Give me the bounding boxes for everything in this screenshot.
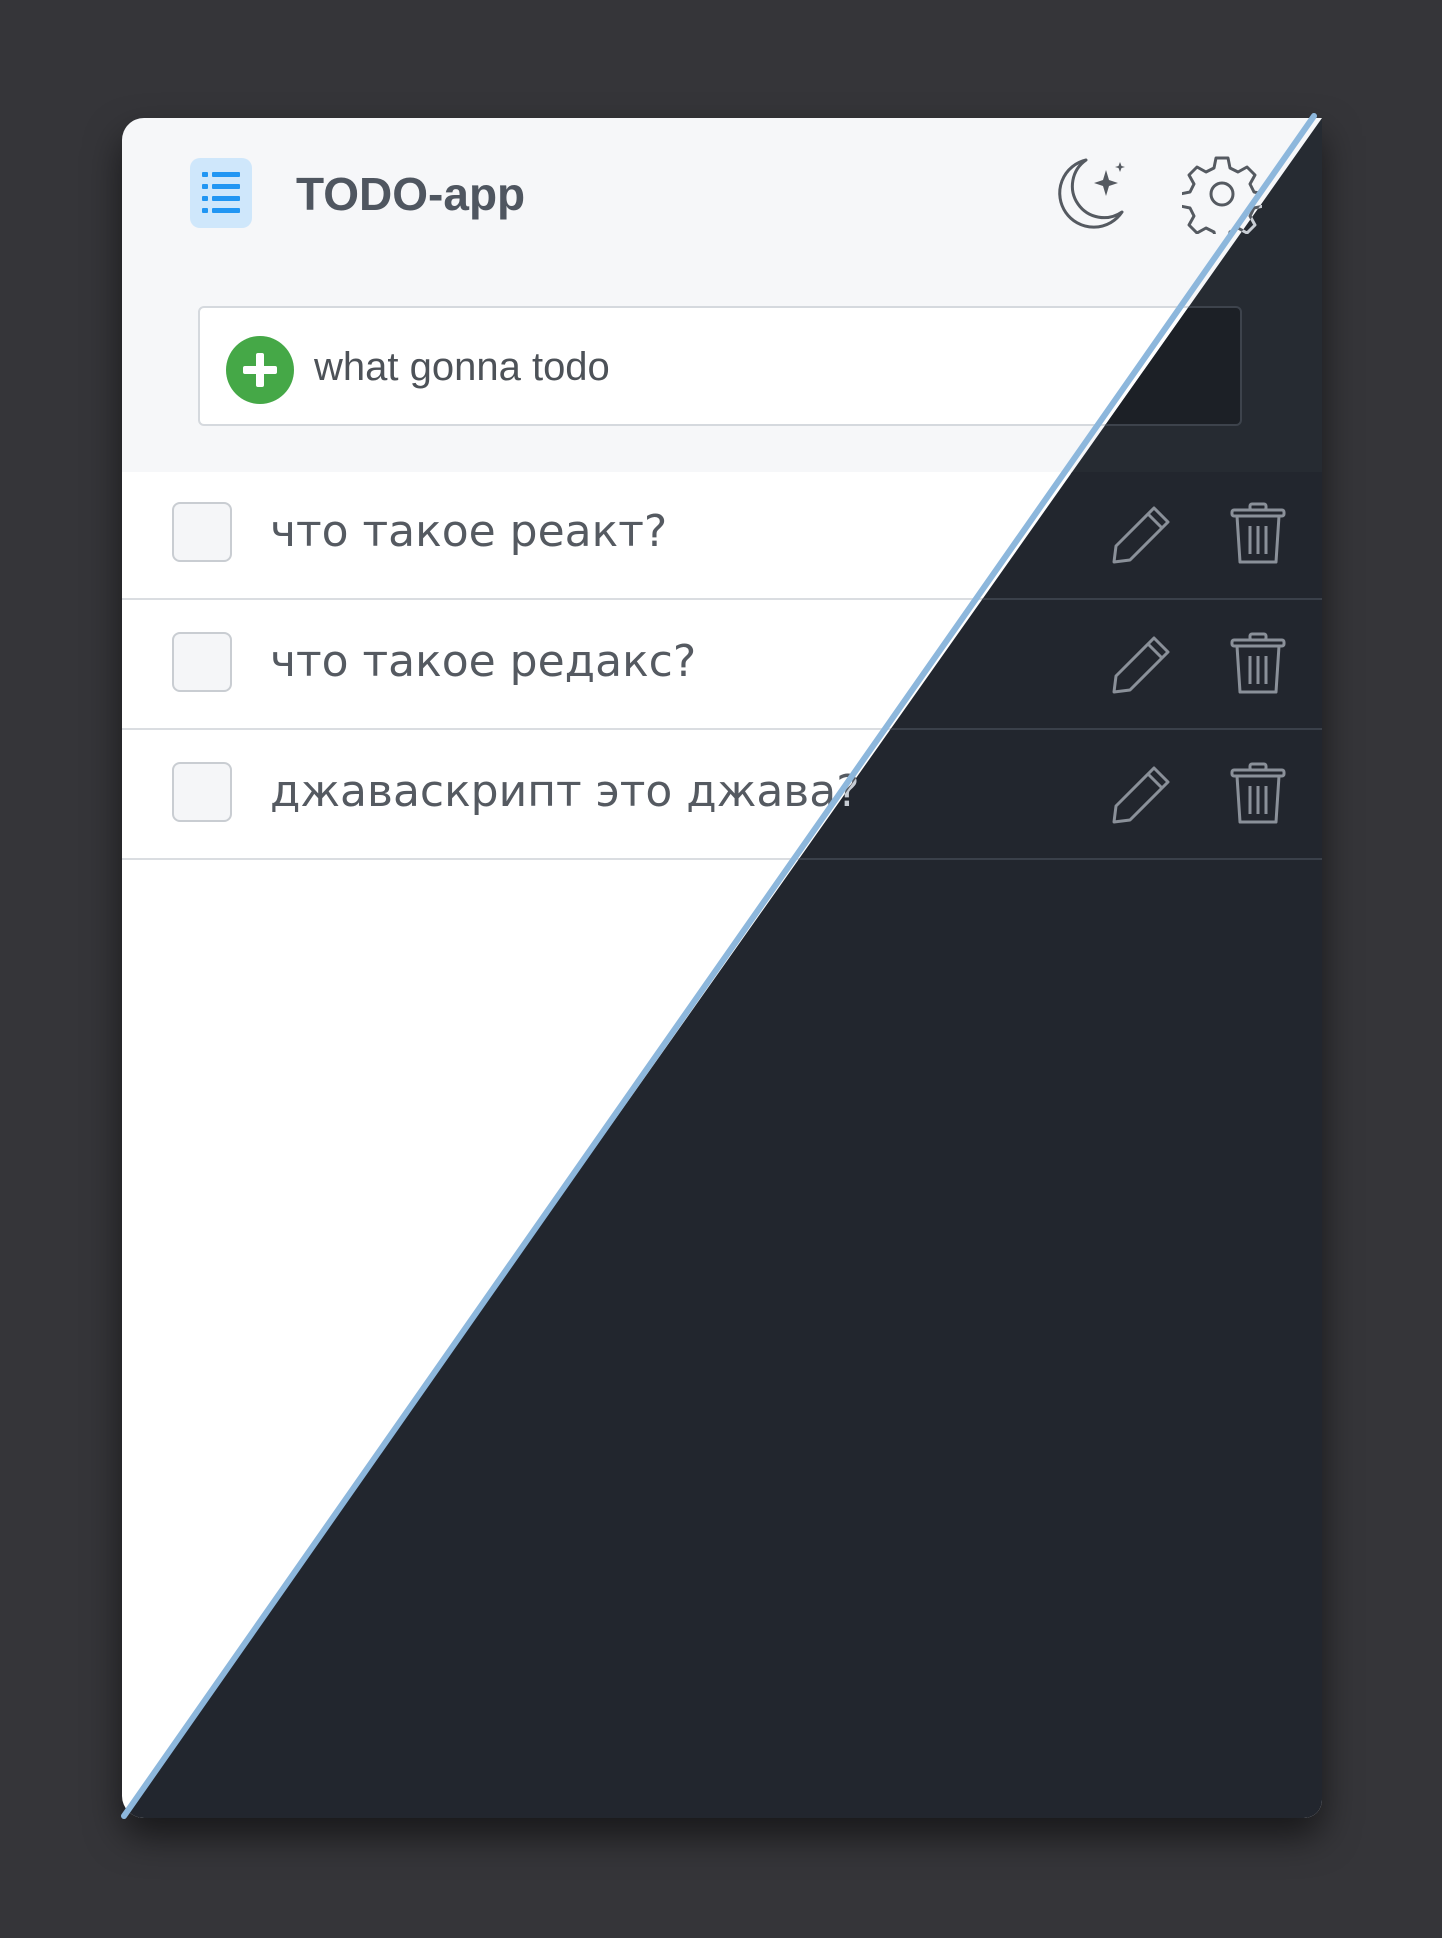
todo-app-window: TODO-app what gonna todo что такое реакт… [122,118,1322,1818]
screen-background: TODO-app what gonna todo что такое реакт… [0,0,1442,1938]
todo-text: что такое редакс? [270,636,697,687]
app-title: TODO-app [296,168,526,220]
list-icon [190,158,252,228]
todo-text: что такое реакт? [270,506,668,557]
trash-icon [1230,632,1286,694]
todo-text: джаваскрипт это джава? [270,766,860,817]
pencil-icon [1112,766,1170,824]
add-todo-form [198,306,1242,426]
todo-checkbox[interactable] [172,762,232,822]
new-todo-input[interactable] [314,332,1214,402]
todo-checkbox[interactable] [172,632,232,692]
plus-circle-icon[interactable] [226,336,294,404]
todo-checkbox[interactable] [172,502,232,562]
edit-button[interactable] [1110,502,1174,566]
pencil-icon [1112,506,1170,564]
delete-button[interactable] [1226,502,1290,566]
moon-stars-icon [1058,158,1125,229]
trash-icon [1230,762,1286,824]
theme-toggle-button[interactable] [1050,154,1130,234]
delete-button[interactable] [1226,632,1290,696]
delete-button[interactable] [1226,762,1290,826]
pencil-icon [1112,636,1170,694]
trash-icon [1230,502,1286,564]
edit-button[interactable] [1110,762,1174,826]
edit-button[interactable] [1110,632,1174,696]
